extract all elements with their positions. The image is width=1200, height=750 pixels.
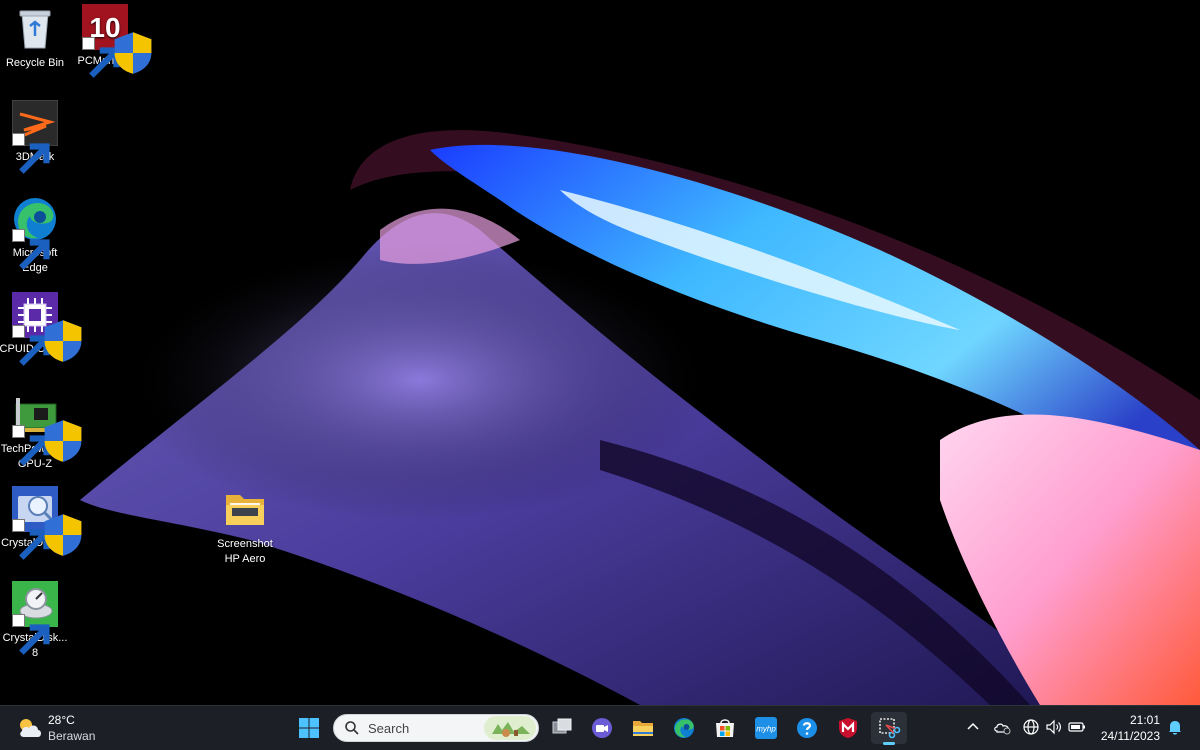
taskbar-task-view[interactable] (544, 712, 580, 744)
shortcut-arrow-icon (12, 425, 50, 466)
desktop-icon-gpuz[interactable]: TechPowerUp GPU-Z (0, 392, 82, 472)
myhp-icon-text: myhp (756, 725, 776, 734)
taskbar-snipping-tool[interactable] (871, 712, 907, 745)
shortcut-arrow-icon (12, 325, 50, 366)
desktop-icon-pcmark[interactable]: 10 PCMark 10 (69, 4, 152, 78)
desktop-icon-edge[interactable]: Microsoft Edge (0, 196, 71, 276)
help-icon (797, 718, 817, 738)
cloud-icon (994, 723, 1011, 735)
weather-temperature: 28°C (48, 713, 75, 727)
uac-shield-icon (110, 30, 152, 74)
task-view-icon (552, 718, 572, 734)
notifications-button[interactable] (1166, 718, 1186, 738)
tray-battery[interactable] (1068, 718, 1088, 738)
folder-icon (633, 721, 653, 736)
start-button[interactable] (291, 712, 327, 744)
3dmark-icon (12, 100, 58, 174)
snipping-tool-icon (879, 718, 901, 739)
cpu-icon (12, 292, 82, 366)
gpu-icon (12, 392, 82, 466)
clock-time: 21:01 (1129, 713, 1160, 727)
clock[interactable]: 21:01 24/11/2023 (1094, 712, 1160, 744)
partly-cloudy-icon (20, 719, 41, 737)
desktop-icon-3dmark[interactable]: 3DMark (0, 100, 71, 174)
crystaldiskmark-icon (12, 581, 58, 655)
taskbar-store[interactable] (707, 712, 743, 744)
bell-icon (1169, 721, 1181, 735)
chevron-up-icon (967, 722, 979, 730)
taskbar-mcafee[interactable] (830, 712, 866, 744)
taskbar-help[interactable] (789, 712, 825, 744)
search-placeholder: Search (368, 721, 410, 736)
taskbar-edge[interactable] (666, 712, 702, 744)
wallpaper (0, 0, 1200, 705)
teams-chat-icon (592, 718, 612, 738)
show-hidden-icons-button[interactable] (964, 718, 984, 738)
myhp-icon: myhp (755, 717, 777, 739)
folder-icon (222, 487, 268, 533)
desktop-icon-label: Recycle Bin (5, 57, 65, 69)
edge-icon (12, 196, 58, 270)
taskbar-teams-chat[interactable] (584, 712, 620, 744)
desktop-icon-cpuz[interactable]: CPUID CPU-Z (0, 292, 82, 366)
shortcut-arrow-icon (12, 614, 50, 655)
desktop-icon-folder[interactable]: Screenshot HP Aero (209, 487, 281, 567)
taskbar-file-explorer[interactable] (625, 712, 661, 744)
shortcut-arrow-icon (12, 229, 50, 270)
volume-icon (1046, 719, 1061, 735)
tray-onedrive[interactable] (993, 718, 1013, 738)
uac-shield-icon (40, 512, 82, 556)
battery-icon (1068, 722, 1085, 732)
mcafee-icon (839, 718, 857, 738)
desktop-icon-label: Screenshot HP Aero (217, 538, 273, 565)
shortcut-arrow-icon (12, 133, 50, 174)
network-icon (1023, 719, 1039, 735)
desktop[interactable]: Recycle Bin 10 PCMark 10 3DMark Microsof… (0, 0, 1200, 750)
store-icon (716, 719, 734, 737)
uac-shield-icon (40, 418, 82, 462)
search-icon (345, 721, 359, 735)
desktop-icon-crystaldiskmark[interactable]: CrystalDisk... 8 (0, 581, 71, 661)
desktop-icon-crystaldiskinfo[interactable]: CrystalDiskI... (0, 486, 82, 560)
shortcut-arrow-icon (12, 519, 50, 560)
tray-network[interactable] (1022, 718, 1042, 738)
taskbar: 28°C Berawan Search myhp 21:01 24/11/202… (0, 705, 1200, 750)
windows-start-icon (299, 718, 319, 738)
tray-volume[interactable] (1045, 718, 1065, 738)
weather-widget[interactable]: 28°C Berawan (14, 711, 104, 745)
taskbar-myhp[interactable]: myhp (748, 712, 784, 744)
desktop-icon-recycle-bin[interactable]: Recycle Bin (0, 6, 71, 71)
active-indicator (883, 742, 895, 745)
search-box[interactable]: Search (333, 714, 539, 742)
crystaldiskinfo-icon (12, 486, 82, 560)
recycle-bin-icon (12, 6, 58, 52)
weather-condition: Berawan (48, 729, 96, 743)
edge-icon (674, 718, 694, 738)
clock-date: 24/11/2023 (1100, 729, 1160, 743)
uac-shield-icon (40, 318, 82, 362)
pcmark-icon: 10 (82, 4, 152, 78)
search-highlight-icon (484, 716, 536, 740)
shortcut-arrow-icon (82, 37, 120, 78)
